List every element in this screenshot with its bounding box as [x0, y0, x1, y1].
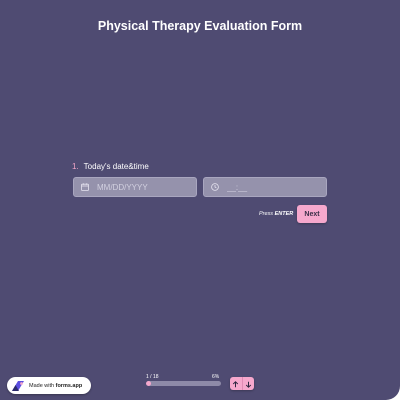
calendar-icon	[80, 182, 90, 192]
badge-brand: forms.app	[55, 382, 83, 389]
question-label: Today's date&time	[83, 162, 149, 171]
form-stage: Physical Therapy Evaluation Form 1. Toda…	[0, 0, 400, 400]
arrow-down-icon	[245, 376, 252, 391]
enter-hint: Press ENTER	[259, 211, 293, 217]
question-heading: 1. Today's date&time	[72, 162, 149, 171]
badge-prefix: Made with	[29, 382, 55, 389]
question-nav	[230, 377, 254, 390]
forms-app-logo-icon	[11, 380, 25, 392]
time-input[interactable]	[227, 182, 317, 192]
hint-key: ENTER	[274, 211, 294, 217]
date-input[interactable]	[97, 182, 187, 192]
time-field[interactable]	[203, 177, 327, 197]
form-title: Physical Therapy Evaluation Form	[97, 19, 303, 33]
hint-prefix: Press	[259, 211, 274, 217]
progress-fill	[146, 381, 151, 386]
progress-count: 1 / 18	[146, 374, 159, 380]
next-question-button[interactable]	[241, 376, 255, 391]
made-with-badge[interactable]: Made with forms.app	[7, 377, 91, 394]
clock-icon	[210, 182, 220, 192]
progress-percent: 6%	[212, 374, 220, 380]
previous-question-button[interactable]	[230, 377, 242, 390]
date-field[interactable]	[73, 177, 197, 197]
badge-text: Made with forms.app	[29, 383, 82, 389]
progress-bar	[146, 381, 221, 386]
next-button[interactable]: Next	[297, 205, 327, 223]
question-number: 1.	[72, 162, 79, 171]
arrow-up-icon	[232, 376, 239, 391]
